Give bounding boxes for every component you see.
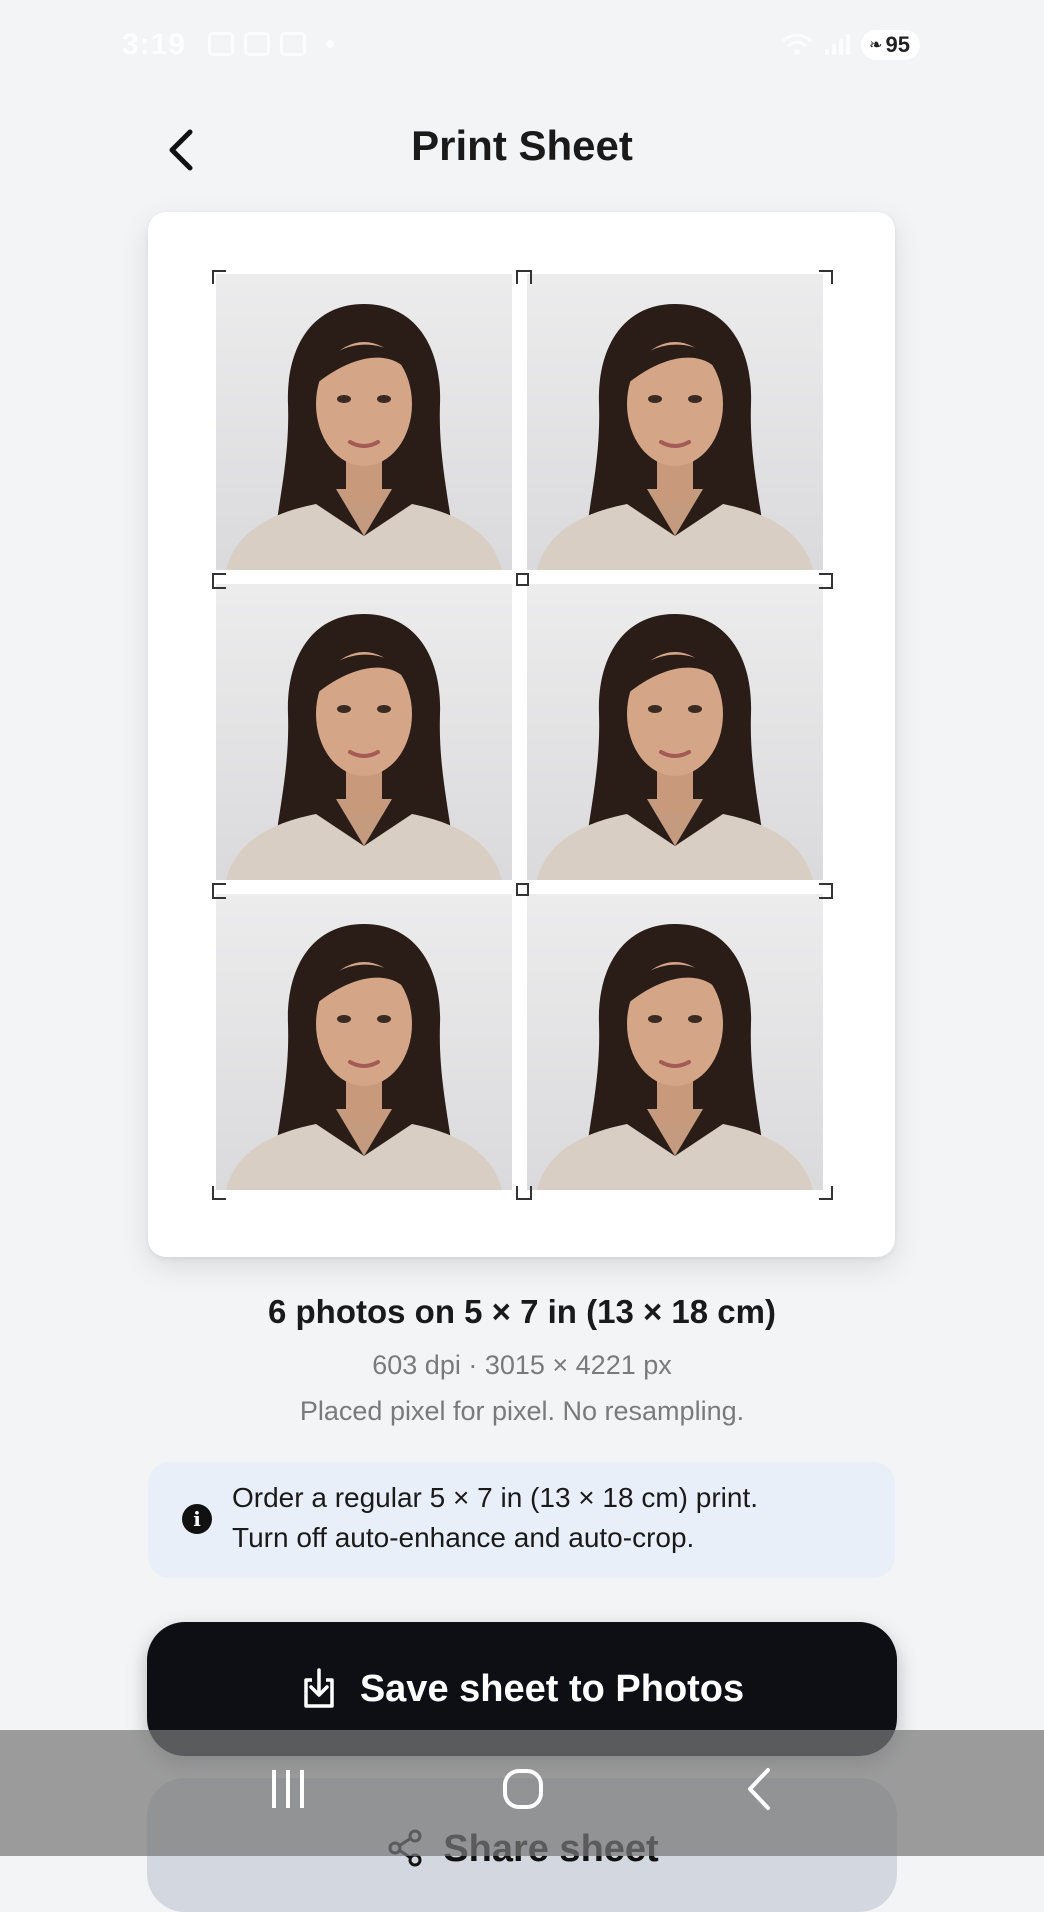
crop-mark — [515, 270, 532, 284]
save-sheet-label: Save sheet to Photos — [359, 1667, 745, 1710]
status-time: 3:19 — [122, 28, 187, 61]
game-icon — [280, 32, 306, 56]
download-icon — [304, 1668, 334, 1708]
crop-mark — [212, 1186, 226, 1200]
crop-mark — [515, 1186, 532, 1200]
mail-icon — [244, 32, 270, 56]
passport-photo — [216, 274, 512, 570]
battery-indicator: ❧ 95 — [861, 30, 920, 60]
passport-photo — [527, 584, 823, 880]
sheet-summary-title: 6 photos on 5 × 7 in (13 × 18 cm) — [268, 1293, 776, 1330]
passport-photo — [527, 894, 823, 1190]
battery-leaf-icon: ❧ — [869, 37, 883, 54]
status-right: ❧ 95 — [781, 30, 920, 60]
system-navigation-bar — [0, 1730, 1044, 1856]
recent-apps-icon[interactable] — [268, 1768, 308, 1810]
header: Print Sheet — [0, 100, 1044, 200]
crop-mark — [819, 1186, 833, 1200]
status-bar: 3:19 ❧ 95 — [0, 0, 1044, 90]
photo-grid — [212, 270, 833, 1200]
crop-mark — [212, 573, 226, 589]
crop-mark — [819, 883, 833, 899]
crop-mark — [819, 270, 833, 284]
passport-photo — [216, 584, 512, 880]
signal-icon — [825, 34, 851, 55]
crop-mark — [515, 883, 529, 896]
page-title: Print Sheet — [411, 122, 633, 169]
notice-line-1: Order a regular 5 × 7 in (13 × 18 cm) pr… — [232, 1482, 759, 1513]
print-sheet-preview — [148, 212, 895, 1257]
battery-level: 95 — [885, 32, 910, 57]
crop-mark — [819, 573, 833, 589]
crop-mark — [212, 270, 226, 284]
sheet-resampling-note: Placed pixel for pixel. No resampling. — [299, 1396, 745, 1426]
notification-icons — [208, 32, 334, 56]
print-instructions-notice: i Order a regular 5 × 7 in (13 × 18 cm) … — [148, 1462, 895, 1578]
passport-photo — [216, 894, 512, 1190]
more-dot-icon — [326, 40, 334, 48]
info-icon: i — [182, 1504, 212, 1534]
passport-photo — [527, 274, 823, 570]
crop-mark — [515, 573, 529, 586]
notification-icon — [208, 32, 234, 56]
crop-mark — [212, 883, 226, 899]
system-back-icon[interactable] — [742, 1766, 774, 1812]
sheet-resolution-spec: 603 dpi · 3015 × 4221 px — [372, 1350, 672, 1380]
home-icon[interactable] — [502, 1768, 544, 1810]
wifi-icon — [782, 33, 813, 55]
notice-line-2: Turn off auto-enhance and auto-crop. — [232, 1522, 695, 1553]
